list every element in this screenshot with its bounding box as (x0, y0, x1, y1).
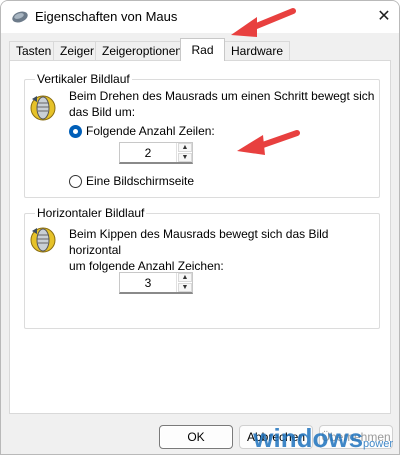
horizontal-description-line1: Beim Kippen des Mausrads bewegt sich das… (69, 227, 329, 257)
vertical-description-line2: das Bild um: (69, 105, 136, 119)
tab-panel-rad: Vertikaler Bildlauf Beim Drehen des Maus… (9, 60, 391, 414)
chars-spinner-value[interactable]: 3 (120, 273, 176, 292)
chars-spinner-up-icon[interactable]: ▲ (178, 273, 192, 282)
tab-hardware[interactable]: Hardware (224, 41, 291, 61)
lines-spinner-up-icon[interactable]: ▲ (178, 143, 192, 152)
watermark-logo: windowspower (253, 423, 393, 453)
vertical-description: Beim Drehen des Mausrads um einen Schrit… (69, 88, 379, 120)
radio-page-row[interactable]: Eine Bildschirmseite (69, 174, 194, 188)
annotation-arrow-lines-icon (237, 130, 300, 155)
window-title: Eigenschaften von Maus (35, 9, 178, 24)
ok-button[interactable]: OK (159, 425, 233, 449)
mouse-icon (12, 11, 28, 23)
group-title-vertical: Vertikaler Bildlauf (35, 72, 132, 86)
tab-rad[interactable]: Rad (180, 38, 225, 61)
lines-spinner-buttons: ▲ ▼ (176, 143, 192, 162)
group-horizontal-scrolling: Horizontaler Bildlauf Beim Kippen des Ma… (24, 206, 380, 329)
close-button[interactable]: ✕ (369, 1, 399, 31)
title-bar: Eigenschaften von Maus ✕ (1, 1, 399, 33)
tab-zeiger[interactable]: Zeiger (53, 41, 102, 61)
lines-spinner[interactable]: 2 ▲ ▼ (119, 142, 193, 164)
mouse-wheel-tilt-icon (30, 227, 56, 253)
close-icon: ✕ (377, 8, 391, 25)
annotation-arrow-tab-icon (231, 8, 296, 37)
horizontal-description: Beim Kippen des Mausrads bewegt sich das… (69, 226, 379, 274)
vertical-description-line1: Beim Drehen des Mausrads um einen Schrit… (69, 89, 375, 103)
radio-page-label: Eine Bildschirmseite (86, 174, 195, 188)
group-vertical-scrolling: Vertikaler Bildlauf Beim Drehen des Maus… (24, 72, 380, 198)
horizontal-description-line2: um folgende Anzahl Zeichen: (69, 259, 224, 273)
chars-spinner[interactable]: 3 ▲ ▼ (119, 272, 193, 294)
mouse-properties-dialog: Eigenschaften von Maus ✕ Tasten Zeiger Z… (0, 0, 400, 455)
radio-lines[interactable] (69, 124, 82, 138)
radio-lines-label: Folgende Anzahl Zeilen: (86, 124, 215, 138)
tab-zeigeroptionen[interactable]: Zeigeroptionen (95, 41, 190, 61)
lines-spinner-value[interactable]: 2 (120, 143, 176, 162)
radio-page[interactable] (69, 174, 82, 188)
group-title-horizontal: Horizontaler Bildlauf (35, 206, 147, 220)
mouse-wheel-icon (30, 95, 56, 121)
tab-tasten[interactable]: Tasten (9, 41, 59, 61)
lines-spinner-down-icon[interactable]: ▼ (178, 153, 192, 162)
chars-spinner-down-icon[interactable]: ▼ (178, 283, 192, 292)
chars-spinner-buttons: ▲ ▼ (176, 273, 192, 292)
radio-lines-row[interactable]: Folgende Anzahl Zeilen: (69, 124, 215, 138)
